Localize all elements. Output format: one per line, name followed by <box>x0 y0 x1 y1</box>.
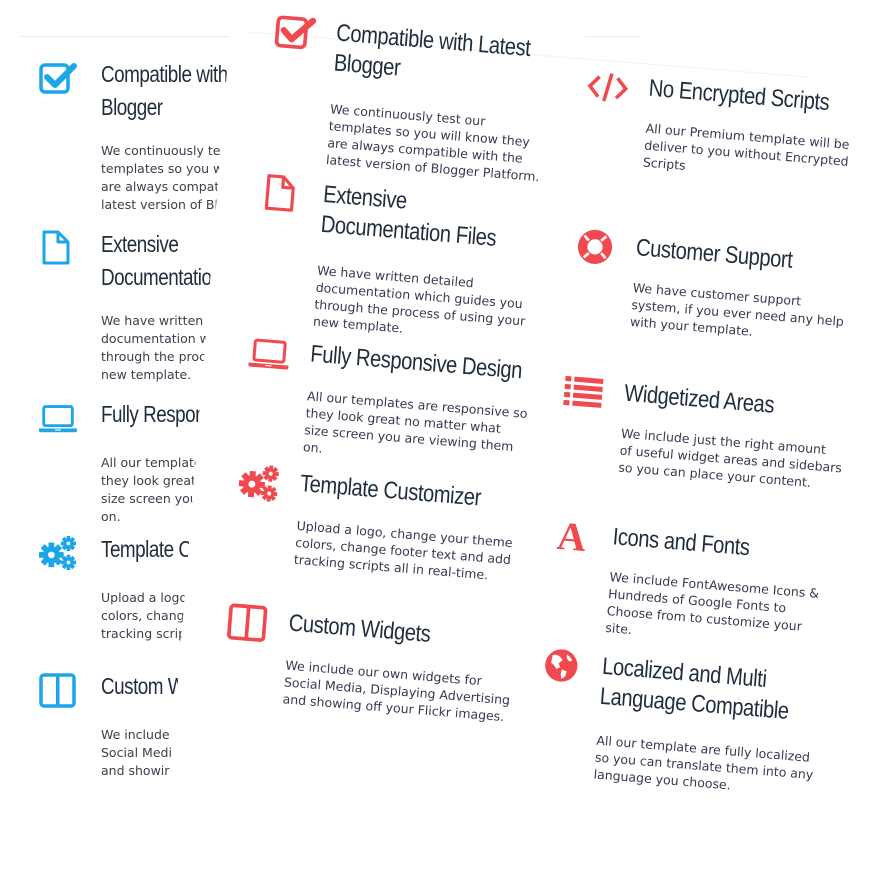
feature-title: Template Customizer <box>299 470 482 512</box>
feature-customer-support: Customer Support We have customer suppor… <box>576 226 875 339</box>
feature-description: We continuously test our templates so yo… <box>325 101 541 185</box>
columns-icon <box>38 672 78 708</box>
columns-icon <box>225 602 270 643</box>
feature-custom-widgets: Custom Widgets We include our own widget… <box>228 602 527 724</box>
file-icon <box>38 230 78 266</box>
feature-card: Compatible with Latest Blogger We contin… <box>166 8 851 876</box>
feature-description: All our templates are responsive so they… <box>302 388 529 456</box>
feature-description: We have written detailed documentation w… <box>312 262 526 336</box>
code-icon <box>585 67 630 108</box>
feature-title: Extensive Documentation Files <box>319 180 498 252</box>
globe-icon <box>539 645 584 686</box>
checkbox-icon <box>273 12 318 53</box>
laptop-icon <box>38 400 78 436</box>
checkbox-icon <box>38 60 78 96</box>
font-icon <box>549 515 594 556</box>
feature-icons-and-fonts: Icons and Fonts We include FontAwesome I… <box>552 515 851 637</box>
laptop-icon <box>247 332 292 373</box>
list-icon <box>561 372 606 413</box>
lifebuoy-icon <box>573 226 618 267</box>
feature-title: Custom Widgets <box>287 609 432 648</box>
gears-icon <box>38 535 78 571</box>
feature-title: Fully Responsive Design <box>309 340 524 385</box>
file-icon <box>260 173 305 214</box>
feature-description: We include our own widgets for Social Me… <box>282 657 511 725</box>
feature-widgetized-areas: Widgetized Areas We include just the rig… <box>564 372 863 490</box>
feature-description: Upload a logo, change your theme colors,… <box>293 517 514 583</box>
gears-icon <box>237 462 282 503</box>
